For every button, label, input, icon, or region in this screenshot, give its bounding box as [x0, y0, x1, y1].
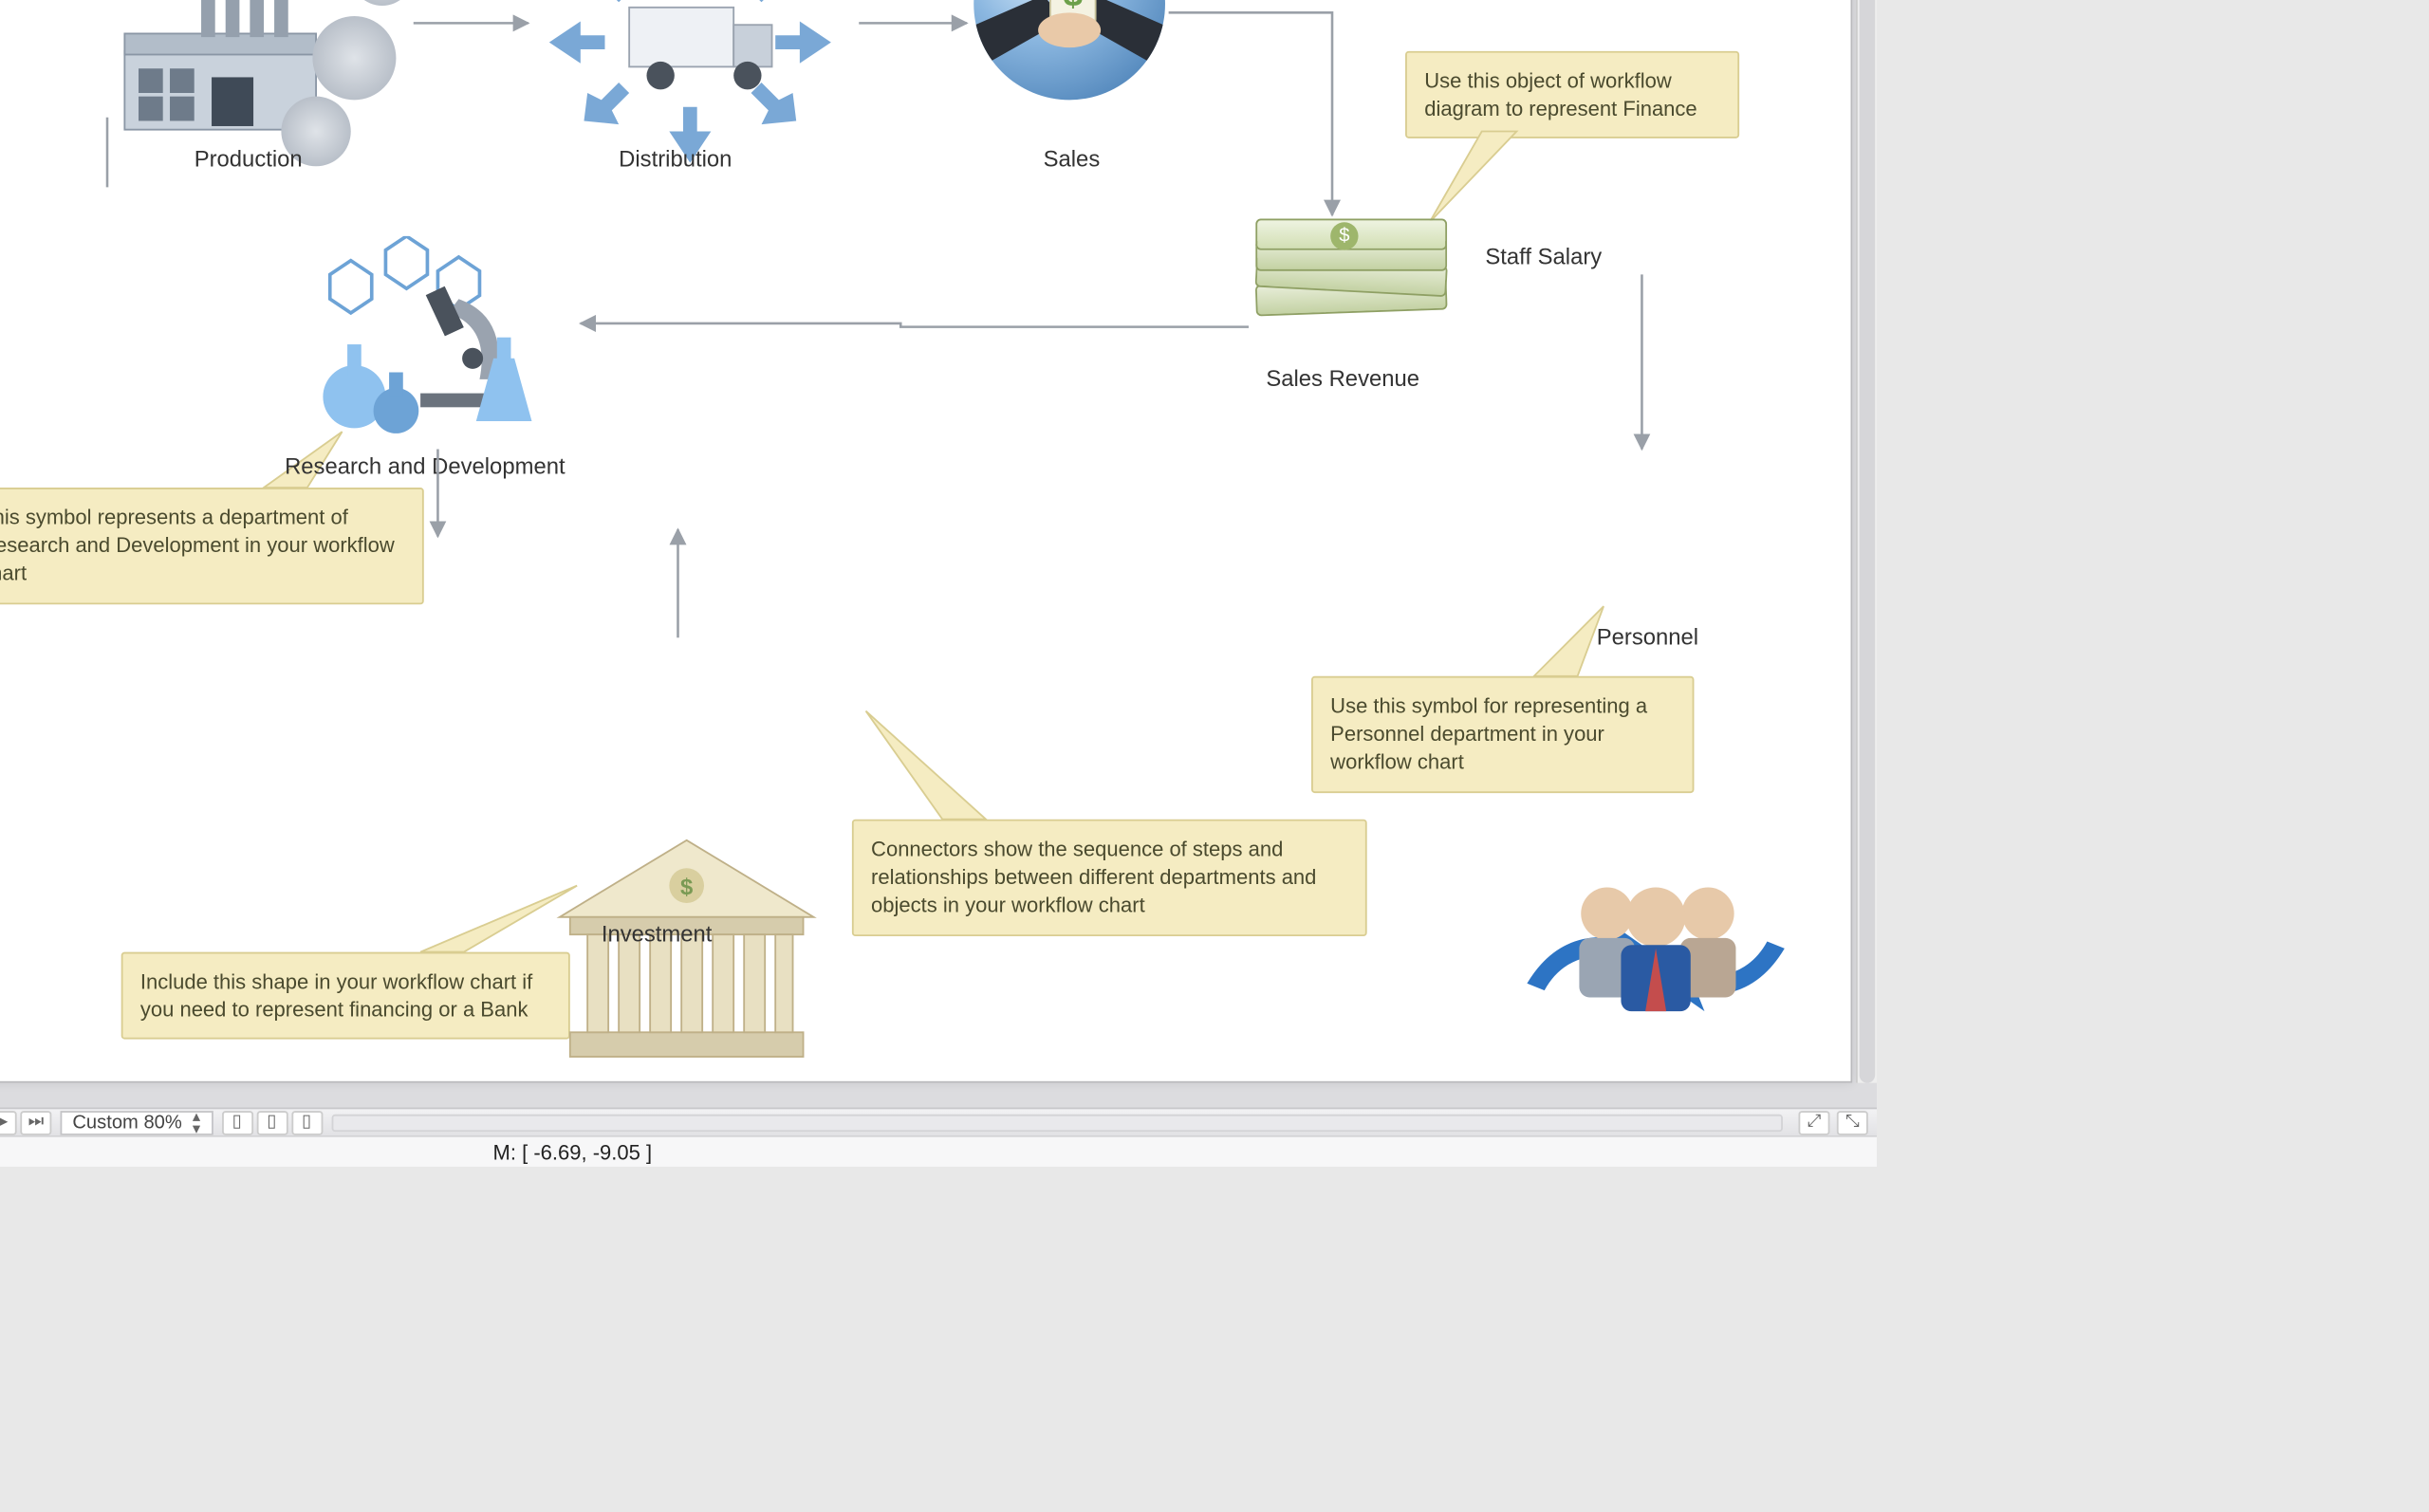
scrollbar-thumb[interactable] — [1860, 0, 1876, 1083]
canvas-scroll[interactable]: Use this symbol for representing a Manuf… — [0, 0, 1877, 1107]
canvas-area: Use this symbol for representing a Manuf… — [0, 0, 1877, 1135]
status-mouse: M: [ -6.69, -9.05 ] — [493, 1139, 653, 1164]
gear-icon — [312, 16, 396, 100]
canvas-bottom-bar: ▥ ⏮ ◀ ▶ ⏭ Custom 80% ▴▾ ▯ ▯ ▯ ⤢ ⤡ — [0, 1107, 1877, 1134]
callout-personnel[interactable]: Use this symbol for representing a Perso… — [1311, 676, 1694, 793]
callout-rnd[interactable]: This symbol represents a department of R… — [0, 488, 424, 604]
label-sales: Sales — [1044, 145, 1101, 172]
node-sales[interactable]: $ — [973, 0, 1165, 100]
label-rnd: Research and Development — [285, 452, 566, 479]
zoom-level-box[interactable]: Custom 80% ▴▾ — [61, 1110, 213, 1134]
horizontal-scrollbar[interactable] — [331, 1114, 1783, 1131]
money-icon: $ — [1255, 222, 1447, 344]
personnel-icon — [1516, 861, 1794, 1053]
label-distribution: Distribution — [619, 145, 732, 172]
vertical-scrollbar[interactable] — [1856, 0, 1877, 1083]
label-sales-revenue: Sales Revenue — [1266, 365, 1419, 392]
label-staff-salary: Staff Salary — [1485, 243, 1602, 269]
main-row: ☰ ▦ 🔍 🔍 Workflow diagrams × 🧾Accounting💸… — [0, 0, 1877, 1135]
svg-text:$: $ — [680, 875, 693, 900]
view-mode-2[interactable]: ▯ — [256, 1110, 287, 1134]
label-personnel: Personnel — [1597, 624, 1698, 651]
zoom-level-label: Custom 80% — [72, 1112, 182, 1133]
view-mode-3[interactable]: ▯ — [291, 1110, 323, 1134]
view-mode-1[interactable]: ▯ — [221, 1110, 252, 1134]
callout-connectors[interactable]: Connectors show the sequence of steps an… — [852, 820, 1367, 936]
corner-btn-2[interactable]: ⤡ — [1837, 1110, 1868, 1134]
app-window: ▲ ▭ ◯ ▤ ▦ ↳ ⇲ ⤷ ⇱ ⇵ ⇆ ▯ ╲ ⤺ ∿ ⎇ ✎ ▣ ⧉ ⧈ … — [0, 0, 1877, 1167]
callout-bank[interactable]: Include this shape in your workflow char… — [121, 952, 570, 1041]
rnd-icon — [299, 236, 560, 446]
label-production: Production — [195, 145, 303, 172]
node-personnel[interactable] — [1516, 861, 1742, 1001]
corner-btn-1[interactable]: ⤢ — [1798, 1110, 1829, 1134]
stepper-icon[interactable]: ▴▾ — [193, 1110, 200, 1134]
callout-finance[interactable]: Use this object of workflow diagram to r… — [1405, 51, 1739, 139]
globe-icon: $ — [973, 0, 1165, 100]
bank-icon: $ — [556, 837, 817, 1063]
label-investment: Investment — [602, 920, 713, 947]
node-production[interactable] — [107, 0, 403, 161]
svg-text:$: $ — [1064, 0, 1083, 13]
node-money[interactable]: $ — [1255, 222, 1447, 344]
page-next-button[interactable]: ▶ — [0, 1110, 17, 1134]
canvas[interactable]: Use this symbol for representing a Manuf… — [0, 0, 1852, 1083]
node-rnd[interactable] — [299, 236, 543, 428]
page-last-button[interactable]: ⏭ — [20, 1110, 51, 1134]
status-bar: Ready M: [ -6.69, -9.05 ] — [0, 1135, 1877, 1167]
